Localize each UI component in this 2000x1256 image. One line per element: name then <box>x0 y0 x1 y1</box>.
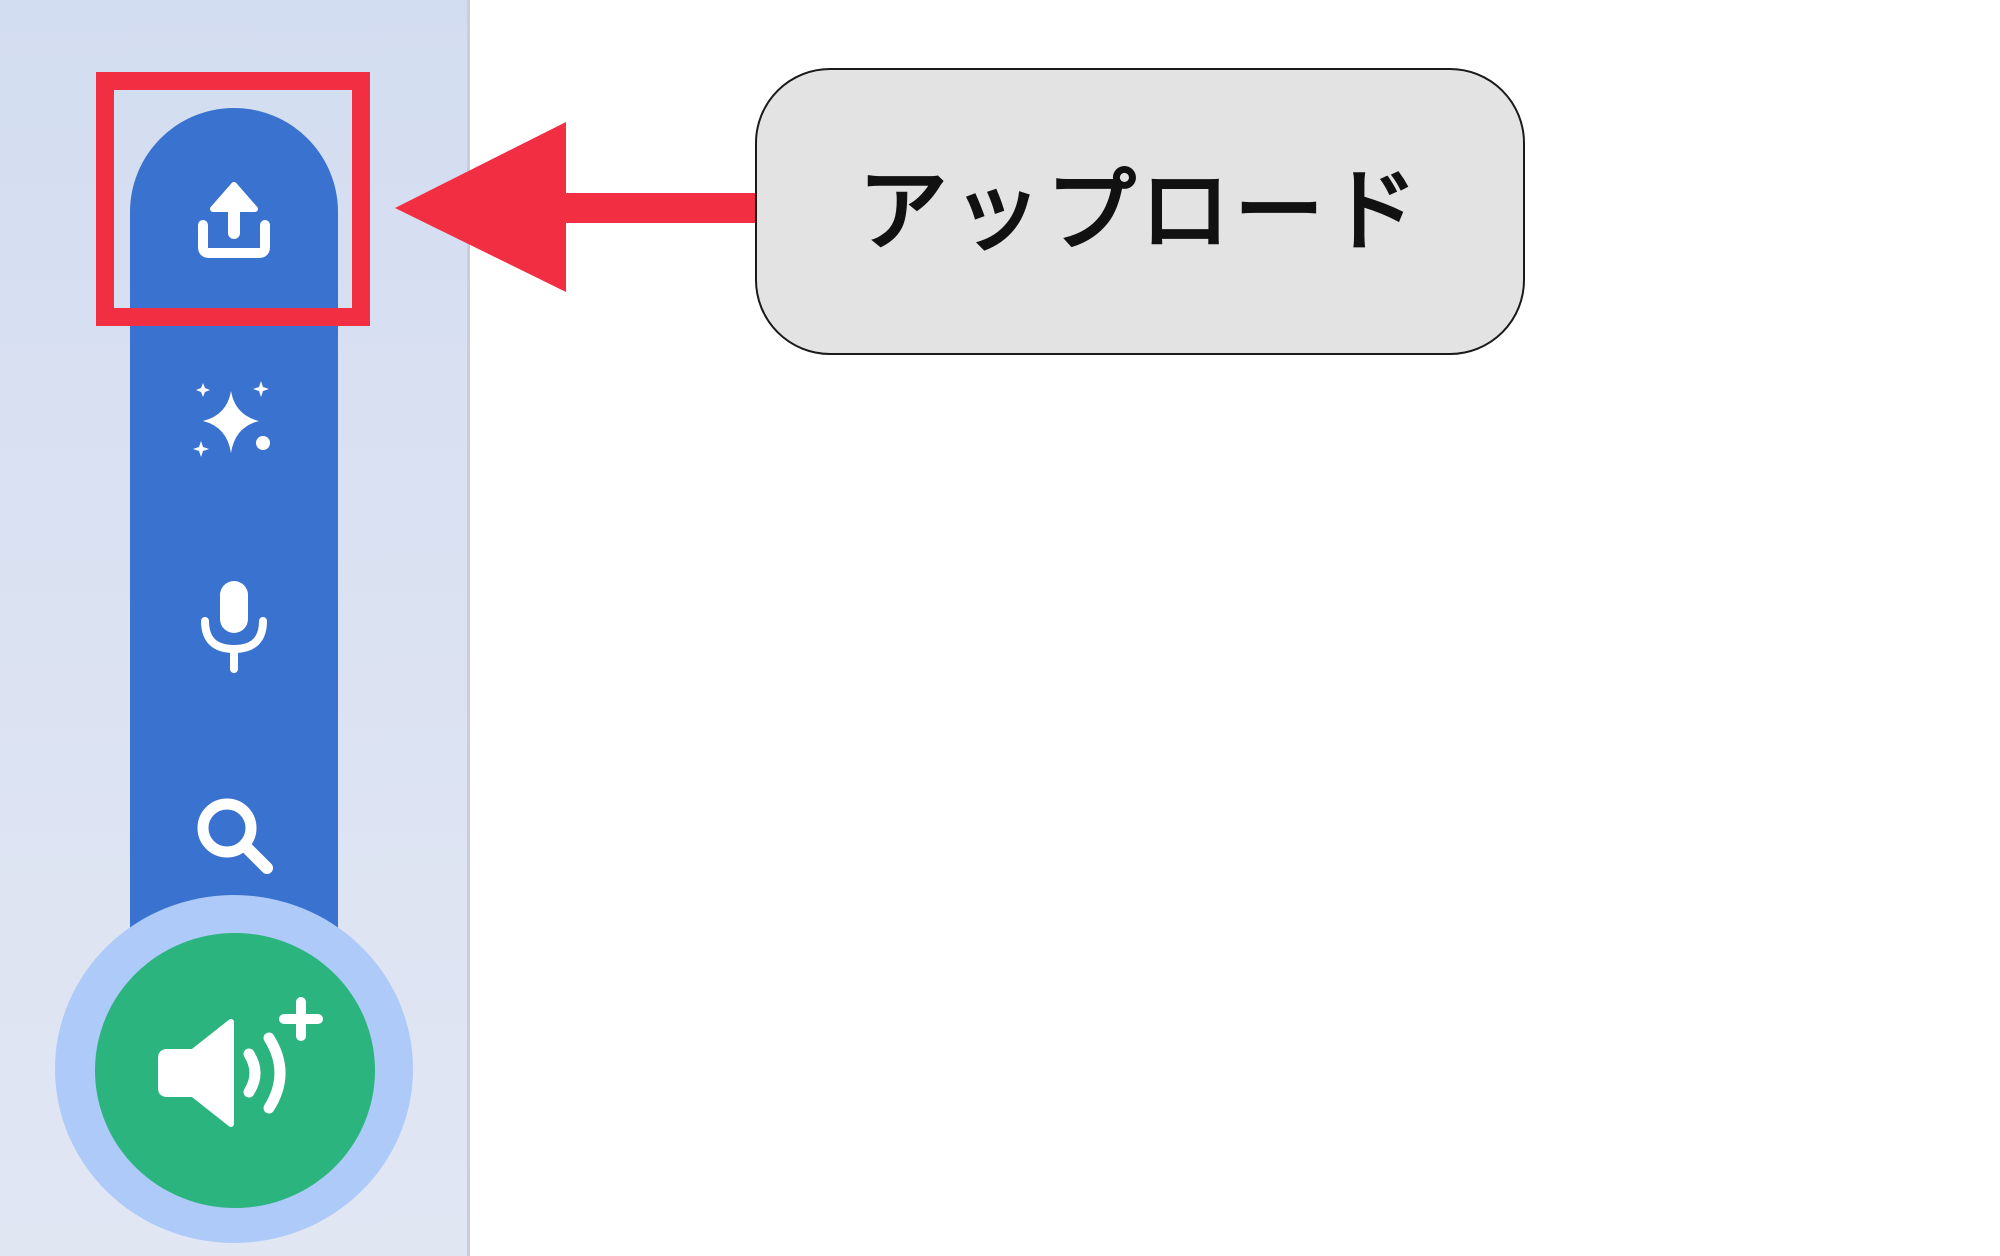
callout-box: アップロード <box>755 68 1525 355</box>
microphone-icon <box>201 581 267 673</box>
speaker-plus-icon <box>158 996 323 1127</box>
text-to-speech-button[interactable] <box>95 933 375 1208</box>
upload-highlight-box <box>96 72 370 326</box>
voice-input-button[interactable] <box>130 565 338 685</box>
pointer-arrow <box>395 122 770 292</box>
screen: アップロード <box>0 0 2000 1256</box>
sparkles-icon <box>193 381 270 457</box>
ai-sparkles-button[interactable] <box>130 362 338 482</box>
search-button[interactable] <box>130 775 338 895</box>
callout-label: アップロード <box>858 158 1422 264</box>
search-icon <box>197 798 273 874</box>
